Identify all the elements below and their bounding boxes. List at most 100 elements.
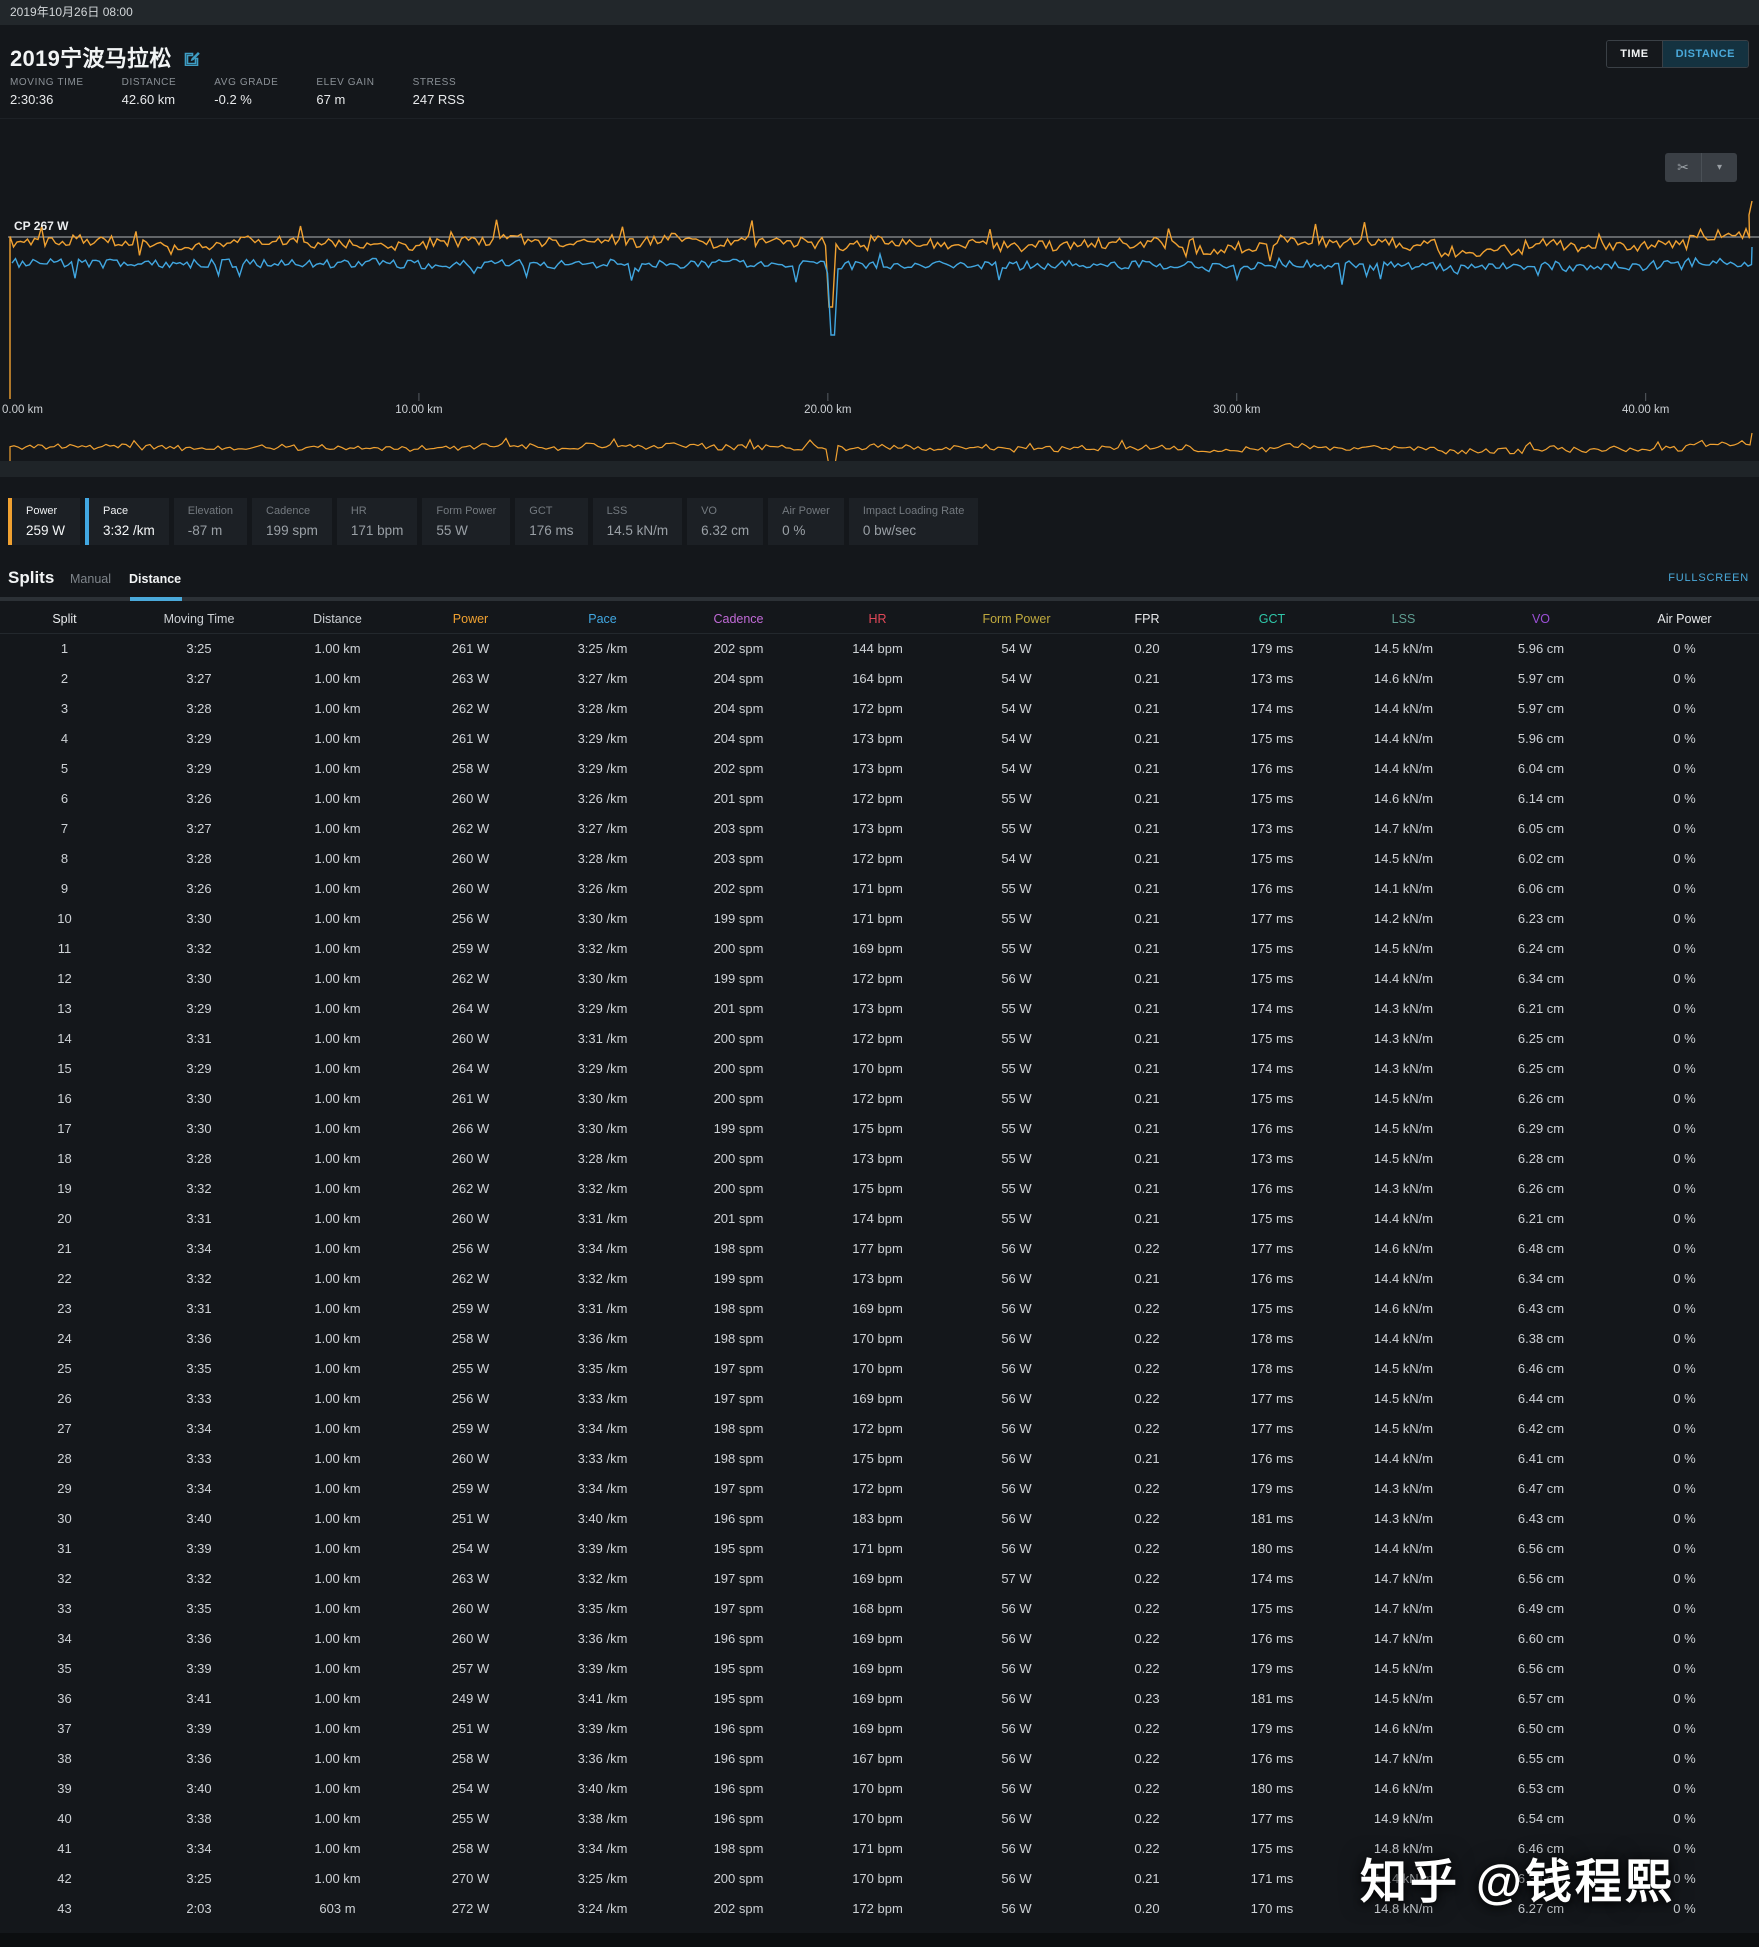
table-cell: 263 W [451,671,490,686]
table-cell: 55 W [1001,881,1032,896]
table-cell: 0 % [1673,881,1696,896]
table-cell: 0.21 [1134,1151,1160,1166]
metric-button-lss[interactable]: LSS 14.5 kN/m [592,498,683,545]
metric-value: 0 % [782,523,806,538]
edit-title-icon[interactable] [184,49,201,66]
table-cell: 21 [57,1241,72,1256]
table-cell: 0 % [1673,791,1696,806]
table-cell: 3:41 [186,1691,212,1706]
metric-button-form-power[interactable]: Form Power 55 W [422,498,511,545]
table-cell: 199 spm [713,971,764,986]
footer-strip [0,1933,1759,1947]
column-header-vo: VO [1531,612,1551,626]
table-cell: 54 W [1001,761,1032,776]
table-cell: 197 spm [713,1361,764,1376]
metric-button-hr[interactable]: HR 171 bpm [336,498,418,545]
metric-button-air-power[interactable]: Air Power 0 % [768,498,844,545]
table-cell: 196 spm [713,1511,764,1526]
table-cell: 3:31 /km [577,1301,628,1316]
table-cell: 1.00 km [314,1571,361,1586]
table-cell: 0.21 [1134,701,1160,716]
splits-tab-manual[interactable]: Manual [70,572,111,586]
metric-button-vo[interactable]: VO 6.32 cm [687,498,764,545]
table-cell: 195 spm [713,1661,764,1676]
table-cell: 177 ms [1250,911,1294,926]
table-cell: 26 [57,1391,72,1406]
metric-value: 176 ms [529,523,574,538]
table-cell: 55 W [1001,1031,1032,1046]
table-cell: 3:33 [186,1391,212,1406]
splits-tab-distance[interactable]: Distance [129,572,181,586]
table-cell: 0 % [1673,1241,1696,1256]
chart-navigator-track[interactable] [0,461,1759,477]
table-cell: 0 % [1673,1751,1696,1766]
table-cell: 0 % [1673,1571,1696,1586]
x-axis-tick-label: 10.00 km [395,404,442,416]
table-cell: 3:34 /km [577,1241,628,1256]
table-cell: 176 ms [1250,1121,1294,1136]
table-cell: 172 bpm [852,1091,903,1106]
table-cell: 3:36 [186,1631,212,1646]
table-cell: 169 bpm [852,1691,903,1706]
table-cell: 260 W [451,791,490,806]
metric-label: Elevation [187,505,234,517]
metric-button-power[interactable]: Power 259 W [8,498,80,545]
table-cell: 14.4 kN/m [1373,731,1434,746]
table-cell: 3:39 /km [577,1541,628,1556]
main-chart[interactable]: CP 267 W0.00 km 10.00 km 20.00 km 30.00 km 4… [0,119,1759,419]
metric-button-pace[interactable]: Pace 3:32 /km [85,498,169,545]
metric-value: 55 W [436,523,468,538]
fullscreen-button[interactable]: FULLSCREEN [1668,572,1749,584]
table-cell: 167 bpm [852,1751,903,1766]
view-toggle-time[interactable]: TIME [1607,41,1662,67]
table-cell: 6.24 cm [1517,941,1565,956]
table-cell: 176 ms [1250,1181,1294,1196]
table-cell: 0 % [1673,971,1696,986]
table-cell: 260 W [451,1211,490,1226]
table-cell: 14.7 kN/m [1373,1601,1434,1616]
splits-title: Splits [8,568,55,587]
table-row: 26 3:33 1.00 km 256 W 3:33 /km 197 spm 169 bpm… [0,1384,1759,1414]
table-cell: 1.00 km [314,1271,361,1286]
table-row: 27 3:34 1.00 km 259 W 3:34 /km 198 spm 172 bpm… [0,1414,1759,1444]
table-cell: 6.56 cm [1517,1571,1565,1586]
table-cell: 249 W [451,1691,490,1706]
table-cell: 6.53 cm [1517,1781,1565,1796]
table-row: 15 3:29 1.00 km 264 W 3:29 /km 200 spm 170 bpm… [0,1054,1759,1084]
stat-avg-grade: AVG GRADE -0.2 % [214,77,278,107]
table-cell: 57 W [1001,1571,1032,1586]
table-cell: 56 W [1001,1691,1032,1706]
table-cell: 6.05 cm [1517,821,1565,836]
metric-button-gct[interactable]: GCT 176 ms [515,498,588,545]
metric-label: Cadence [266,505,311,517]
table-cell: 260 W [451,851,490,866]
table-cell: 3:39 [186,1721,212,1736]
table-cell: 3:39 /km [577,1661,628,1676]
table-cell: 14.6 kN/m [1373,1301,1434,1316]
table-cell: 173 bpm [852,1001,903,1016]
table-cell: 169 bpm [852,1301,903,1316]
column-header-moving-time: Moving Time [163,612,235,626]
metric-button-elevation[interactable]: Elevation -87 m [173,498,248,545]
table-cell: 603 m [319,1901,356,1916]
table-cell: 175 ms [1250,1091,1294,1106]
metric-button-impact-loading-rate[interactable]: Impact Loading Rate 0 bw/sec [848,498,979,545]
table-cell: 1.00 km [314,1631,361,1646]
table-cell: 6.47 cm [1517,1481,1565,1496]
table-cell: 0 % [1673,1331,1696,1346]
table-cell: 0 % [1673,641,1696,656]
stat-distance: DISTANCE 42.60 km [122,77,177,107]
table-cell: 3:28 [186,851,212,866]
metric-button-cadence[interactable]: Cadence 199 spm [252,498,332,545]
table-cell: 14.4 kN/m [1373,1211,1434,1226]
view-toggle-distance[interactable]: DISTANCE [1661,41,1748,67]
x-axis-tick-label: 0.00 km [2,404,43,416]
table-cell: 55 W [1001,1061,1032,1076]
table-cell: 56 W [1001,1811,1032,1826]
table-cell: 14.6 kN/m [1373,1781,1434,1796]
table-cell: 1.00 km [314,731,361,746]
table-cell: 14.3 kN/m [1373,1181,1434,1196]
stat-moving-time: MOVING TIME 2:30:36 [10,77,84,107]
table-cell: 1.00 km [314,1661,361,1676]
table-cell: 1.00 km [314,1001,361,1016]
